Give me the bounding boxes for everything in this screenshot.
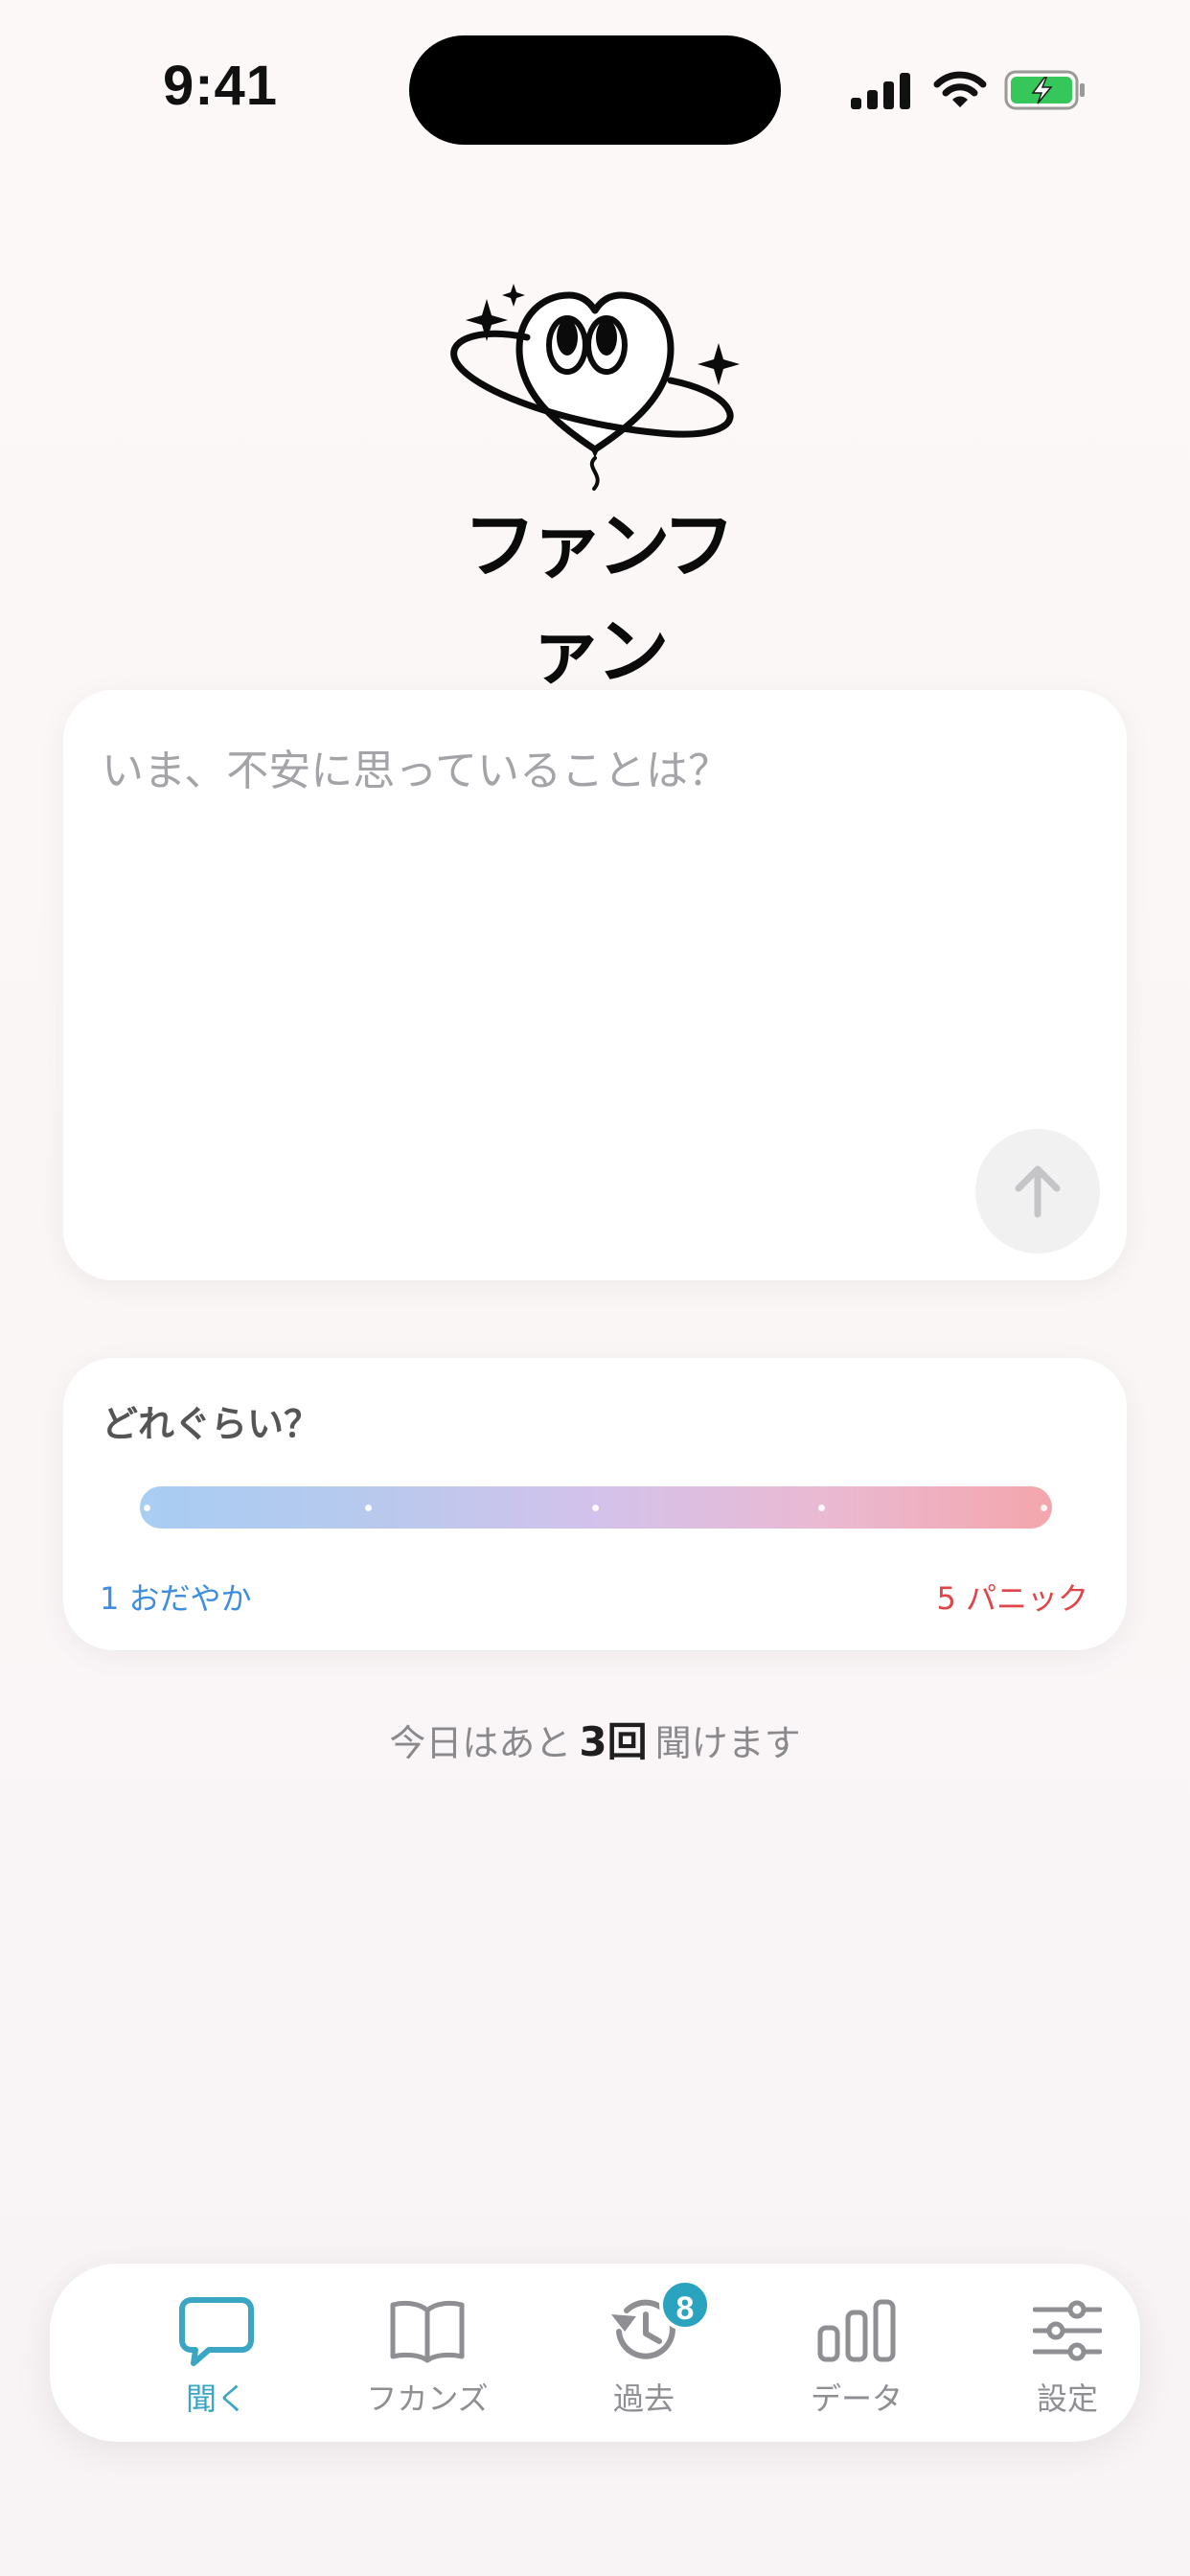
wifi-icon — [933, 71, 987, 107]
remaining-suffix: 聞けます — [654, 1722, 801, 1764]
status-bar: 9:41 — [0, 0, 1190, 182]
tab-label-listen: 聞く — [185, 2380, 247, 2417]
tab-data[interactable]: データ — [770, 2292, 943, 2426]
bar-chart-icon — [817, 2299, 896, 2362]
cellular-signal-icon — [851, 73, 910, 109]
remaining-count: 3回 — [579, 1718, 648, 1765]
slider-step-2[interactable] — [365, 1505, 372, 1511]
level-max-label: 5 パニック — [936, 1580, 1088, 1617]
status-time: 9:41 — [162, 55, 279, 117]
remaining-count-text: 今日はあと 3回 聞けます — [0, 1710, 1190, 1768]
tab-bar: 聞く フカンズ 過去 8 データ 設定 — [50, 2264, 1140, 2442]
anxiety-level-slider[interactable] — [140, 1486, 1052, 1529]
slider-step-5[interactable] — [1041, 1505, 1047, 1511]
slider-step-4[interactable] — [818, 1505, 825, 1511]
worry-input-card — [63, 690, 1127, 1280]
slider-step-3[interactable] — [592, 1505, 599, 1511]
tab-settings[interactable]: 設定 — [981, 2292, 1154, 2426]
anxiety-level-card: どれぐらい？ 1 おだやか 5 パニック — [63, 1358, 1127, 1650]
dynamic-island — [409, 35, 781, 145]
remaining-prefix: 今日はあと — [389, 1722, 572, 1764]
tab-fukanzu[interactable]: フカンズ — [341, 2292, 514, 2426]
level-min-label: 1 おだやか — [100, 1580, 252, 1617]
logo-wordmark: ファンファン — [463, 503, 736, 694]
slider-step-1[interactable] — [144, 1505, 150, 1511]
arrow-up-icon — [1015, 1165, 1061, 1218]
level-question: どれぐらい？ — [102, 1403, 321, 1445]
tab-listen[interactable]: 聞く — [130, 2292, 303, 2426]
chat-bubble-icon — [179, 2297, 254, 2366]
tab-label-settings: 設定 — [1036, 2380, 1098, 2417]
send-button[interactable] — [975, 1129, 1100, 1254]
tab-label-history: 過去 — [612, 2380, 675, 2417]
tab-history[interactable]: 過去 8 — [558, 2279, 730, 2426]
worry-input[interactable] — [102, 736, 1069, 1138]
book-icon — [390, 2300, 465, 2363]
battery-charging-icon — [1004, 70, 1085, 110]
sliders-icon — [1033, 2300, 1102, 2361]
tab-label-data: データ — [810, 2380, 903, 2417]
history-count-badge: 8 — [659, 2279, 711, 2331]
tab-label-fukanzu: フカンズ — [366, 2380, 489, 2417]
